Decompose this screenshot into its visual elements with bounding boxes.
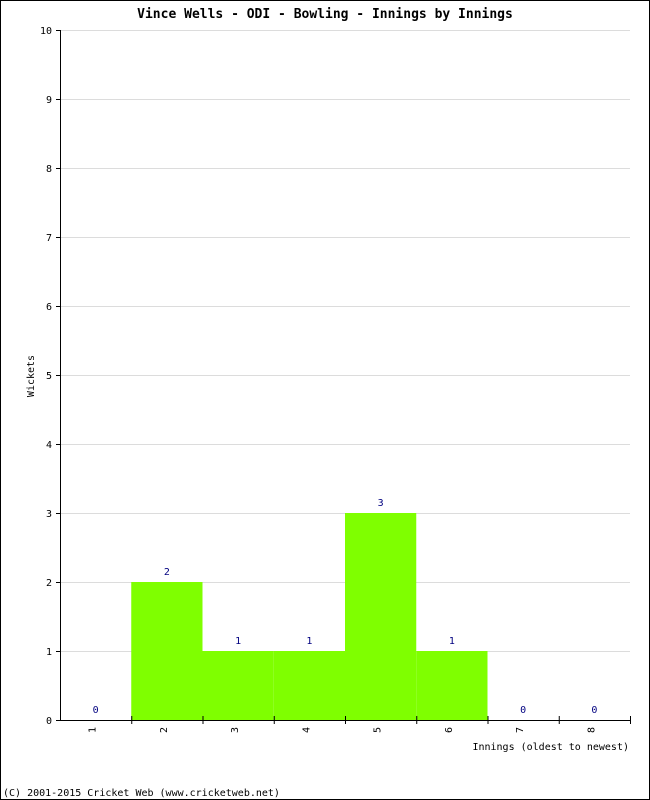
data-label: 1	[306, 636, 312, 647]
y-tick-label: 2	[46, 578, 52, 589]
y-tick-label: 9	[46, 95, 52, 106]
x-tick-labels: 1 2 3 4 5 6 7 8	[88, 727, 598, 733]
bar	[131, 582, 203, 720]
bar	[202, 651, 274, 720]
data-label: 1	[449, 636, 455, 647]
y-axis-label: Wickets	[26, 355, 37, 397]
x-tick-label: 5	[373, 727, 384, 733]
data-label: 0	[591, 705, 597, 716]
data-label: 3	[378, 498, 384, 509]
footer-copyright: (C) 2001-2015 Cricket Web (www.cricketwe…	[3, 788, 280, 799]
x-tick-label: 1	[88, 727, 99, 733]
y-tick-label: 0	[46, 716, 52, 727]
x-tick-label: 7	[515, 727, 526, 733]
x-tick-label: 6	[444, 727, 455, 733]
y-tick-label: 8	[46, 164, 52, 175]
x-tick-label: 8	[586, 727, 597, 733]
bars	[131, 513, 488, 720]
y-tick-labels: 0 1 2 3 4 5 6 7 8 9 10	[40, 26, 52, 727]
bar	[416, 651, 488, 720]
x-axis-label: Innings (oldest to newest)	[472, 742, 629, 753]
bar	[345, 513, 417, 720]
y-tick-label: 1	[46, 647, 52, 658]
y-tick-label: 5	[46, 371, 52, 382]
data-label: 0	[93, 705, 99, 716]
x-tick-label: 3	[230, 727, 241, 733]
bar-chart: Vince Wells - ODI - Bowling - Innings by…	[3, 7, 631, 799]
data-label: 0	[520, 705, 526, 716]
y-tick-label: 6	[46, 302, 52, 313]
y-tick-label: 10	[40, 26, 52, 37]
data-label: 2	[164, 567, 170, 578]
x-tick-label: 2	[159, 727, 170, 733]
chart-title: Vince Wells - ODI - Bowling - Innings by…	[137, 7, 513, 22]
data-label: 1	[235, 636, 241, 647]
y-tick-label: 4	[46, 440, 52, 451]
y-tick-label: 7	[46, 233, 52, 244]
y-tick-label: 3	[46, 509, 52, 520]
x-tick-label: 4	[301, 727, 312, 733]
bar	[273, 651, 345, 720]
